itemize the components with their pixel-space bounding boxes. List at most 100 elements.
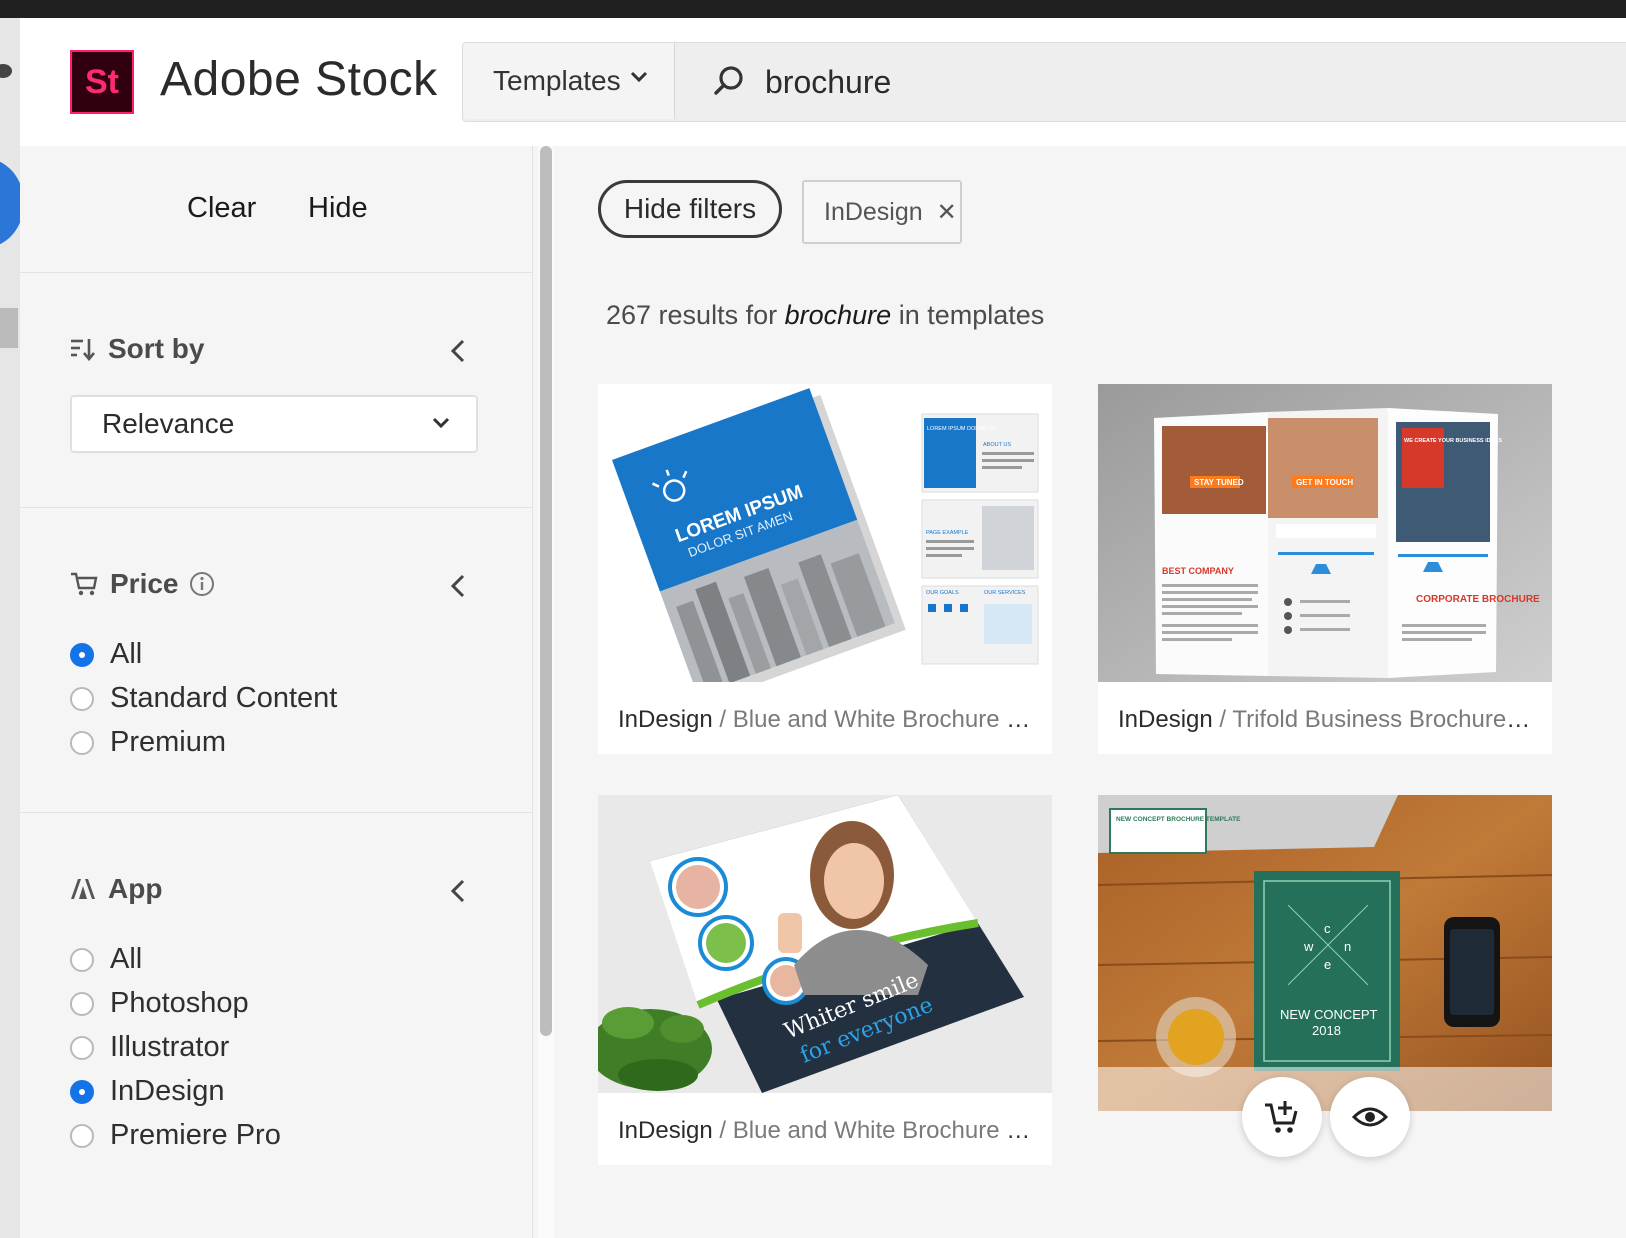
page-label: OUR GOALS [926,590,959,596]
filter-actions: Clear Hide [20,146,532,273]
radio-button[interactable] [70,1123,94,1148]
price-option-standard-content[interactable]: Standard Content [70,682,337,715]
app-option-label: Illustrator [110,1031,230,1063]
results-area: Hide filters InDesign ✕ 267 results for … [556,146,1626,1238]
cover-letter: e [1324,957,1331,972]
brochure-preview-image: Whiter smile for everyone [598,795,1052,1093]
asset-type-label: Templates [493,65,621,96]
brand-name[interactable]: Adobe Stock [160,52,438,107]
template-title: Trifold Business Brochure Layout [1232,706,1536,733]
radio-button-selected[interactable] [70,1079,94,1104]
plant-decoration [598,1007,712,1091]
template-caption[interactable]: InDesign / Blue and White Brochure Layo.… [618,706,1036,734]
template-thumbnail[interactable]: STAY TUNED GET IN TOUCH WE CREATE YOUR B… [1098,384,1552,682]
sort-selected: Relevance [102,408,235,439]
app-option-label: Photoshop [110,987,249,1019]
page-label: LOREM IPSUM DOLOR SIT [927,426,997,432]
price-option-all[interactable]: All [70,638,142,671]
template-caption[interactable]: InDesign / Trifold Business Brochure Lay… [1118,706,1536,734]
app-option-premiere-pro[interactable]: Premiere Pro [70,1119,281,1152]
app-option-illustrator[interactable]: Illustrator [70,1031,229,1064]
hide-filters-button[interactable]: Hide filters [598,180,782,238]
caption-separator: / [719,1117,727,1144]
page-spreads: LOREM IPSUM DOLOR SIT ABOUT US PAGE EXAM… [921,413,1039,665]
filter-sidebar: Clear Hide Sort by Relevance Price All S… [20,146,533,1238]
template-app: InDesign [618,706,713,733]
app-option-all[interactable]: All [70,943,142,976]
sidebar-scrollbar[interactable] [538,146,554,1238]
radio-button-selected[interactable] [70,642,94,667]
template-app: InDesign [618,1117,713,1144]
active-filter-label: InDesign [824,197,923,226]
cover-letter: w [1303,939,1314,954]
sort-section: Sort by Relevance [20,273,532,508]
info-icon[interactable] [189,571,215,597]
app-section-header[interactable]: App [70,873,162,905]
app-option-photoshop[interactable]: Photoshop [70,987,249,1020]
background-scroll-indicator [0,308,18,348]
template-thumbnail[interactable]: LOREM IPSUM DOLOR SIT AMEN LOREM IPSUM D… [598,384,1052,682]
adobe-stock-logo[interactable]: St [70,50,134,114]
adobe-apps-icon [71,879,95,899]
price-section-header[interactable]: Price [70,568,227,600]
chevron-left-icon[interactable] [450,879,466,903]
results-suffix: in templates [898,300,1045,330]
price-option-label: All [110,638,143,670]
chat-bubble-icon [0,64,12,78]
chevron-left-icon[interactable] [450,339,466,363]
close-icon[interactable]: ✕ [937,198,957,227]
app-option-label: InDesign [110,1075,225,1107]
search-icon[interactable] [713,65,745,97]
template-title: Blue and White Brochure Layo... [732,706,1036,733]
panel-text: BEST COMPANY [1162,566,1234,576]
price-title: Price [110,568,179,599]
brochure-preview-image: STAY TUNED GET IN TOUCH WE CREATE YOUR B… [1098,384,1552,682]
result-card[interactable]: STAY TUNED GET IN TOUCH WE CREATE YOUR B… [1098,384,1552,754]
chevron-down-icon [432,417,450,429]
app-title: App [108,873,163,904]
template-thumbnail[interactable]: Whiter smile for everyone [598,795,1052,1093]
result-card[interactable]: Whiter smile for everyone InDesign / Blu… [598,795,1052,1165]
panel-text: CORPORATE BROCHURE [1416,594,1540,605]
brochure-preview-image: LOREM IPSUM DOLOR SIT AMEN LOREM IPSUM D… [598,384,1052,682]
price-option-premium[interactable]: Premium [70,726,226,759]
template-thumbnail[interactable]: NEW CONCEPT BROCHURE TEMPLATE c w n e NE… [1098,795,1552,1111]
logo-text: St [85,62,119,101]
template-caption[interactable]: InDesign / Blue and White Brochure Layou… [618,1117,1036,1145]
radio-button[interactable] [70,686,94,711]
caption-separator: / [719,706,727,733]
cart-icon [71,572,98,596]
cover-letter: n [1344,939,1351,954]
template-title: Blue and White Brochure Layout [732,1117,1036,1144]
caption-separator: / [1219,706,1227,733]
chevron-left-icon[interactable] [450,574,466,598]
radio-button[interactable] [70,991,94,1016]
hide-sidebar-button[interactable]: Hide [308,192,368,225]
search-input[interactable] [763,57,1567,107]
page-label: ABOUT US [983,442,1011,448]
radio-button[interactable] [70,947,94,972]
window-top-bar [0,0,1626,18]
eye-icon [1352,1107,1388,1127]
asset-type-dropdown[interactable]: Templates [463,43,675,119]
brochure-preview-image: NEW CONCEPT BROCHURE TEMPLATE c w n e NE… [1098,795,1552,1111]
radio-button[interactable] [70,1035,94,1060]
sort-section-header[interactable]: Sort by [70,333,204,365]
label-card-text: NEW CONCEPT BROCHURE TEMPLATE [1116,816,1241,823]
radio-button[interactable] [70,730,94,755]
app-option-indesign[interactable]: InDesign [70,1075,224,1108]
clear-filters-button[interactable]: Clear [187,192,256,225]
scrollbar-thumb[interactable] [540,146,552,1036]
price-option-label: Standard Content [110,682,338,714]
cover-letter: c [1324,921,1331,936]
add-to-cart-button[interactable] [1242,1077,1322,1157]
preview-button[interactable] [1330,1077,1410,1157]
sort-dropdown[interactable]: Relevance [70,395,478,453]
results-count: 267 results for [606,300,778,330]
sort-icon [71,339,95,361]
result-card[interactable]: LOREM IPSUM DOLOR SIT AMEN LOREM IPSUM D… [598,384,1052,754]
result-card[interactable]: NEW CONCEPT BROCHURE TEMPLATE c w n e NE… [1098,795,1552,1165]
price-section: Price All Standard Content Premium [20,508,532,813]
app-section: App All Photoshop Illustrator InDesign P… [20,813,532,1238]
background-window-edge [0,18,24,1238]
